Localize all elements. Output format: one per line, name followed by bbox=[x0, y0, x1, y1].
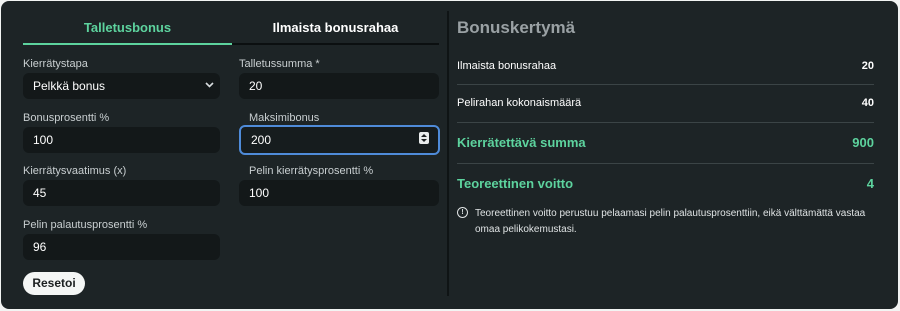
summary-row: Pelirahan kokonaismäärä 40 bbox=[457, 97, 874, 109]
column-divider bbox=[447, 11, 449, 296]
deposit-amount-label: Talletussumma * bbox=[239, 58, 320, 70]
divider bbox=[457, 163, 874, 164]
summary-row-label: Pelirahan kokonaismäärä bbox=[457, 97, 582, 109]
bonus-calculator-panel: Talletusbonus Ilmaista bonusrahaa Kierrä… bbox=[1, 1, 898, 309]
wagering-method-label: Kierrätystapa bbox=[23, 58, 88, 70]
max-bonus-value: 200 bbox=[251, 133, 272, 147]
wagering-method-select[interactable]: Pelkkä bonus bbox=[23, 73, 220, 99]
divider bbox=[457, 84, 874, 85]
theoretical-win-row: Teoreettinen voitto 4 bbox=[457, 176, 874, 191]
wagering-requirement-label: Kierrätysvaatimus (x) bbox=[23, 165, 127, 177]
divider bbox=[457, 122, 874, 123]
game-contribution-label: Pelin kierrätysprosentti % bbox=[249, 165, 374, 177]
max-bonus-input[interactable]: 200 bbox=[239, 125, 440, 155]
summary-row-label: Ilmaista bonusrahaa bbox=[457, 60, 557, 72]
summary-title: Bonuskertymä bbox=[457, 18, 576, 37]
info-note: ! Teoreettinen voitto perustuu pelaamasi… bbox=[457, 206, 877, 238]
summary-row: Ilmaista bonusrahaa 20 bbox=[457, 60, 874, 72]
theoretical-win-value: 4 bbox=[866, 176, 874, 191]
bonus-percent-label: Bonusprosentti % bbox=[23, 112, 110, 124]
rtp-input[interactable]: 96 bbox=[23, 234, 220, 260]
tab-free-bonus-money[interactable]: Ilmaista bonusrahaa bbox=[232, 13, 439, 45]
summary-row-value: 40 bbox=[861, 97, 874, 109]
tab-bar: Talletusbonus Ilmaista bonusrahaa bbox=[23, 13, 439, 45]
reset-button[interactable]: Resetoi bbox=[23, 272, 85, 295]
info-note-text: Teoreettinen voitto perustuu pelaamasi p… bbox=[475, 208, 866, 235]
max-bonus-label: Maksimibonus bbox=[249, 112, 320, 124]
info-icon: ! bbox=[457, 207, 468, 218]
theoretical-win-label: Teoreettinen voitto bbox=[457, 176, 574, 191]
rtp-label: Pelin palautusprosentti % bbox=[23, 219, 148, 231]
wager-total-value: 900 bbox=[852, 135, 874, 150]
chevron-down-icon bbox=[205, 73, 214, 99]
number-stepper-icon[interactable] bbox=[419, 132, 429, 144]
wager-total-row: Kierrätettävä summa 900 bbox=[457, 135, 874, 150]
tab-deposit-bonus[interactable]: Talletusbonus bbox=[23, 13, 232, 45]
wagering-requirement-input[interactable]: 45 bbox=[23, 180, 220, 206]
bonus-percent-input[interactable]: 100 bbox=[23, 127, 220, 153]
game-contribution-input[interactable]: 100 bbox=[239, 180, 439, 206]
deposit-amount-input[interactable]: 20 bbox=[239, 73, 439, 99]
wager-total-label: Kierrätettävä summa bbox=[457, 135, 586, 150]
summary-row-value: 20 bbox=[861, 60, 874, 72]
wagering-method-value: Pelkkä bonus bbox=[33, 79, 106, 93]
